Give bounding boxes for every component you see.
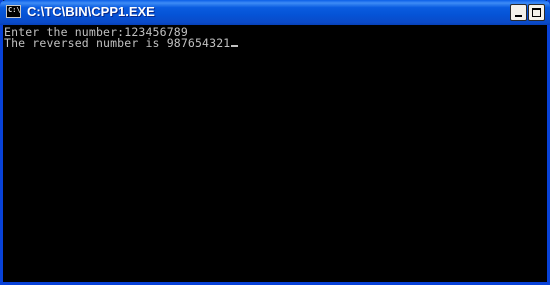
- minimize-button[interactable]: [510, 4, 527, 21]
- console-output-area[interactable]: Enter the number:123456789 The reversed …: [3, 25, 547, 282]
- maximize-icon: [532, 8, 541, 17]
- background-strip: [0, 285, 550, 289]
- console-result-text: The reversed number is 987654321: [4, 36, 231, 50]
- title-bar[interactable]: C:\ C:\TC\BIN\CPP1.EXE: [0, 0, 550, 25]
- text-cursor: [231, 45, 239, 47]
- maximize-button[interactable]: [528, 4, 545, 21]
- window-title: C:\TC\BIN\CPP1.EXE: [27, 4, 155, 19]
- console-app-icon[interactable]: C:\: [6, 5, 21, 18]
- minimize-icon: [515, 15, 522, 17]
- console-window: C:\ C:\TC\BIN\CPP1.EXE Enter the number:…: [0, 0, 550, 285]
- console-app-icon-glyph: C:\: [8, 6, 21, 14]
- console-line-result: The reversed number is 987654321: [4, 36, 239, 50]
